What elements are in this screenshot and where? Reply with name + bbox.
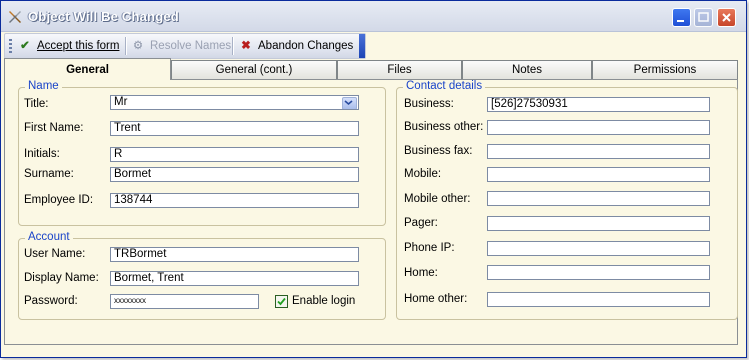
- contact-details-legend: Contact details: [403, 80, 486, 92]
- accept-form-button[interactable]: ✔ Accept this form: [18, 37, 119, 55]
- maximize-button[interactable]: [694, 8, 713, 27]
- employee-id-field[interactable]: 138744: [110, 193, 359, 208]
- pager-label: Pager:: [404, 217, 438, 229]
- checkmark-icon: [277, 297, 286, 306]
- mobile-other-label: Mobile other:: [404, 193, 471, 205]
- surname-field[interactable]: Bormet: [110, 167, 359, 182]
- business-fax-label: Business fax:: [404, 145, 473, 157]
- abandon-changes-label: Abandon Changes: [258, 40, 354, 52]
- tools-icon: [7, 9, 23, 25]
- business-label: Business:: [404, 98, 454, 110]
- toolbar-grip[interactable]: [9, 39, 12, 54]
- dialog-window: Object Will Be Changed ✔ Accept this form…: [0, 0, 747, 358]
- toolbar-end-handle: [359, 34, 365, 58]
- password-label: Password:: [24, 295, 78, 307]
- chevron-down-icon[interactable]: [342, 97, 357, 109]
- abandon-changes-button[interactable]: ✖ Abandon Changes: [239, 37, 353, 55]
- user-name-field[interactable]: TRBormet: [110, 247, 359, 262]
- window-title: Object Will Be Changed: [28, 9, 179, 24]
- title-select[interactable]: Mr: [110, 95, 359, 110]
- tab-general-cont[interactable]: General (cont.): [171, 60, 337, 79]
- business-other-field[interactable]: [487, 120, 710, 135]
- surname-label: Surname:: [24, 168, 74, 180]
- display-name-field[interactable]: Bormet, Trent: [110, 271, 359, 286]
- password-field[interactable]: xxxxxxxx: [110, 294, 259, 309]
- accept-form-label: Accept this form: [37, 40, 120, 52]
- home-field[interactable]: [487, 265, 710, 280]
- minimize-button[interactable]: [672, 8, 691, 27]
- mobile-other-field[interactable]: [487, 191, 710, 206]
- pager-field[interactable]: [487, 216, 710, 231]
- resolve-names-button[interactable]: ⚙ Resolve Names: [131, 37, 231, 55]
- toolbar-separator: [232, 37, 234, 55]
- tab-permissions[interactable]: Permissions: [592, 60, 738, 79]
- resolve-names-icon: ⚙: [132, 40, 144, 52]
- business-fax-field[interactable]: [487, 144, 710, 159]
- account-group-legend: Account: [25, 231, 73, 243]
- initials-label: Initials:: [24, 148, 60, 160]
- home-other-field[interactable]: [487, 292, 710, 307]
- title-bar[interactable]: Object Will Be Changed: [1, 1, 746, 32]
- business-field[interactable]: [526]27530931: [487, 97, 710, 112]
- user-name-label: User Name:: [24, 248, 86, 260]
- checkmark-icon: ✔: [20, 40, 30, 52]
- home-label: Home:: [404, 267, 438, 279]
- mobile-field[interactable]: [487, 167, 710, 182]
- toolbar-separator: [125, 37, 127, 55]
- mobile-label: Mobile:: [404, 168, 442, 180]
- employee-id-label: Employee ID:: [24, 194, 94, 206]
- title-label: Title:: [24, 98, 49, 110]
- tab-files[interactable]: Files: [337, 60, 462, 79]
- resolve-names-label: Resolve Names: [150, 40, 232, 52]
- display-name-label: Display Name:: [24, 272, 99, 284]
- first-name-label: First Name:: [24, 122, 84, 134]
- tab-notes[interactable]: Notes: [462, 60, 592, 79]
- first-name-field[interactable]: Trent: [110, 121, 359, 136]
- tab-strip: General General (cont.) Files Notes Perm…: [4, 58, 738, 80]
- close-button[interactable]: [717, 8, 736, 27]
- name-group-legend: Name: [25, 80, 62, 92]
- enable-login-checkbox[interactable]: [275, 295, 288, 308]
- tab-general[interactable]: General: [4, 58, 171, 80]
- form-toolbar: ✔ Accept this form ⚙ Resolve Names ✖ Abando…: [4, 33, 366, 59]
- phone-ip-field[interactable]: [487, 241, 710, 256]
- business-other-label: Business other:: [404, 121, 484, 133]
- enable-login-label[interactable]: Enable login: [292, 295, 355, 307]
- initials-field[interactable]: R: [110, 147, 359, 162]
- phone-ip-label: Phone IP:: [404, 242, 455, 254]
- cross-icon: ✖: [241, 40, 251, 52]
- title-select-value: Mr: [114, 96, 128, 108]
- home-other-label: Home other:: [404, 293, 468, 305]
